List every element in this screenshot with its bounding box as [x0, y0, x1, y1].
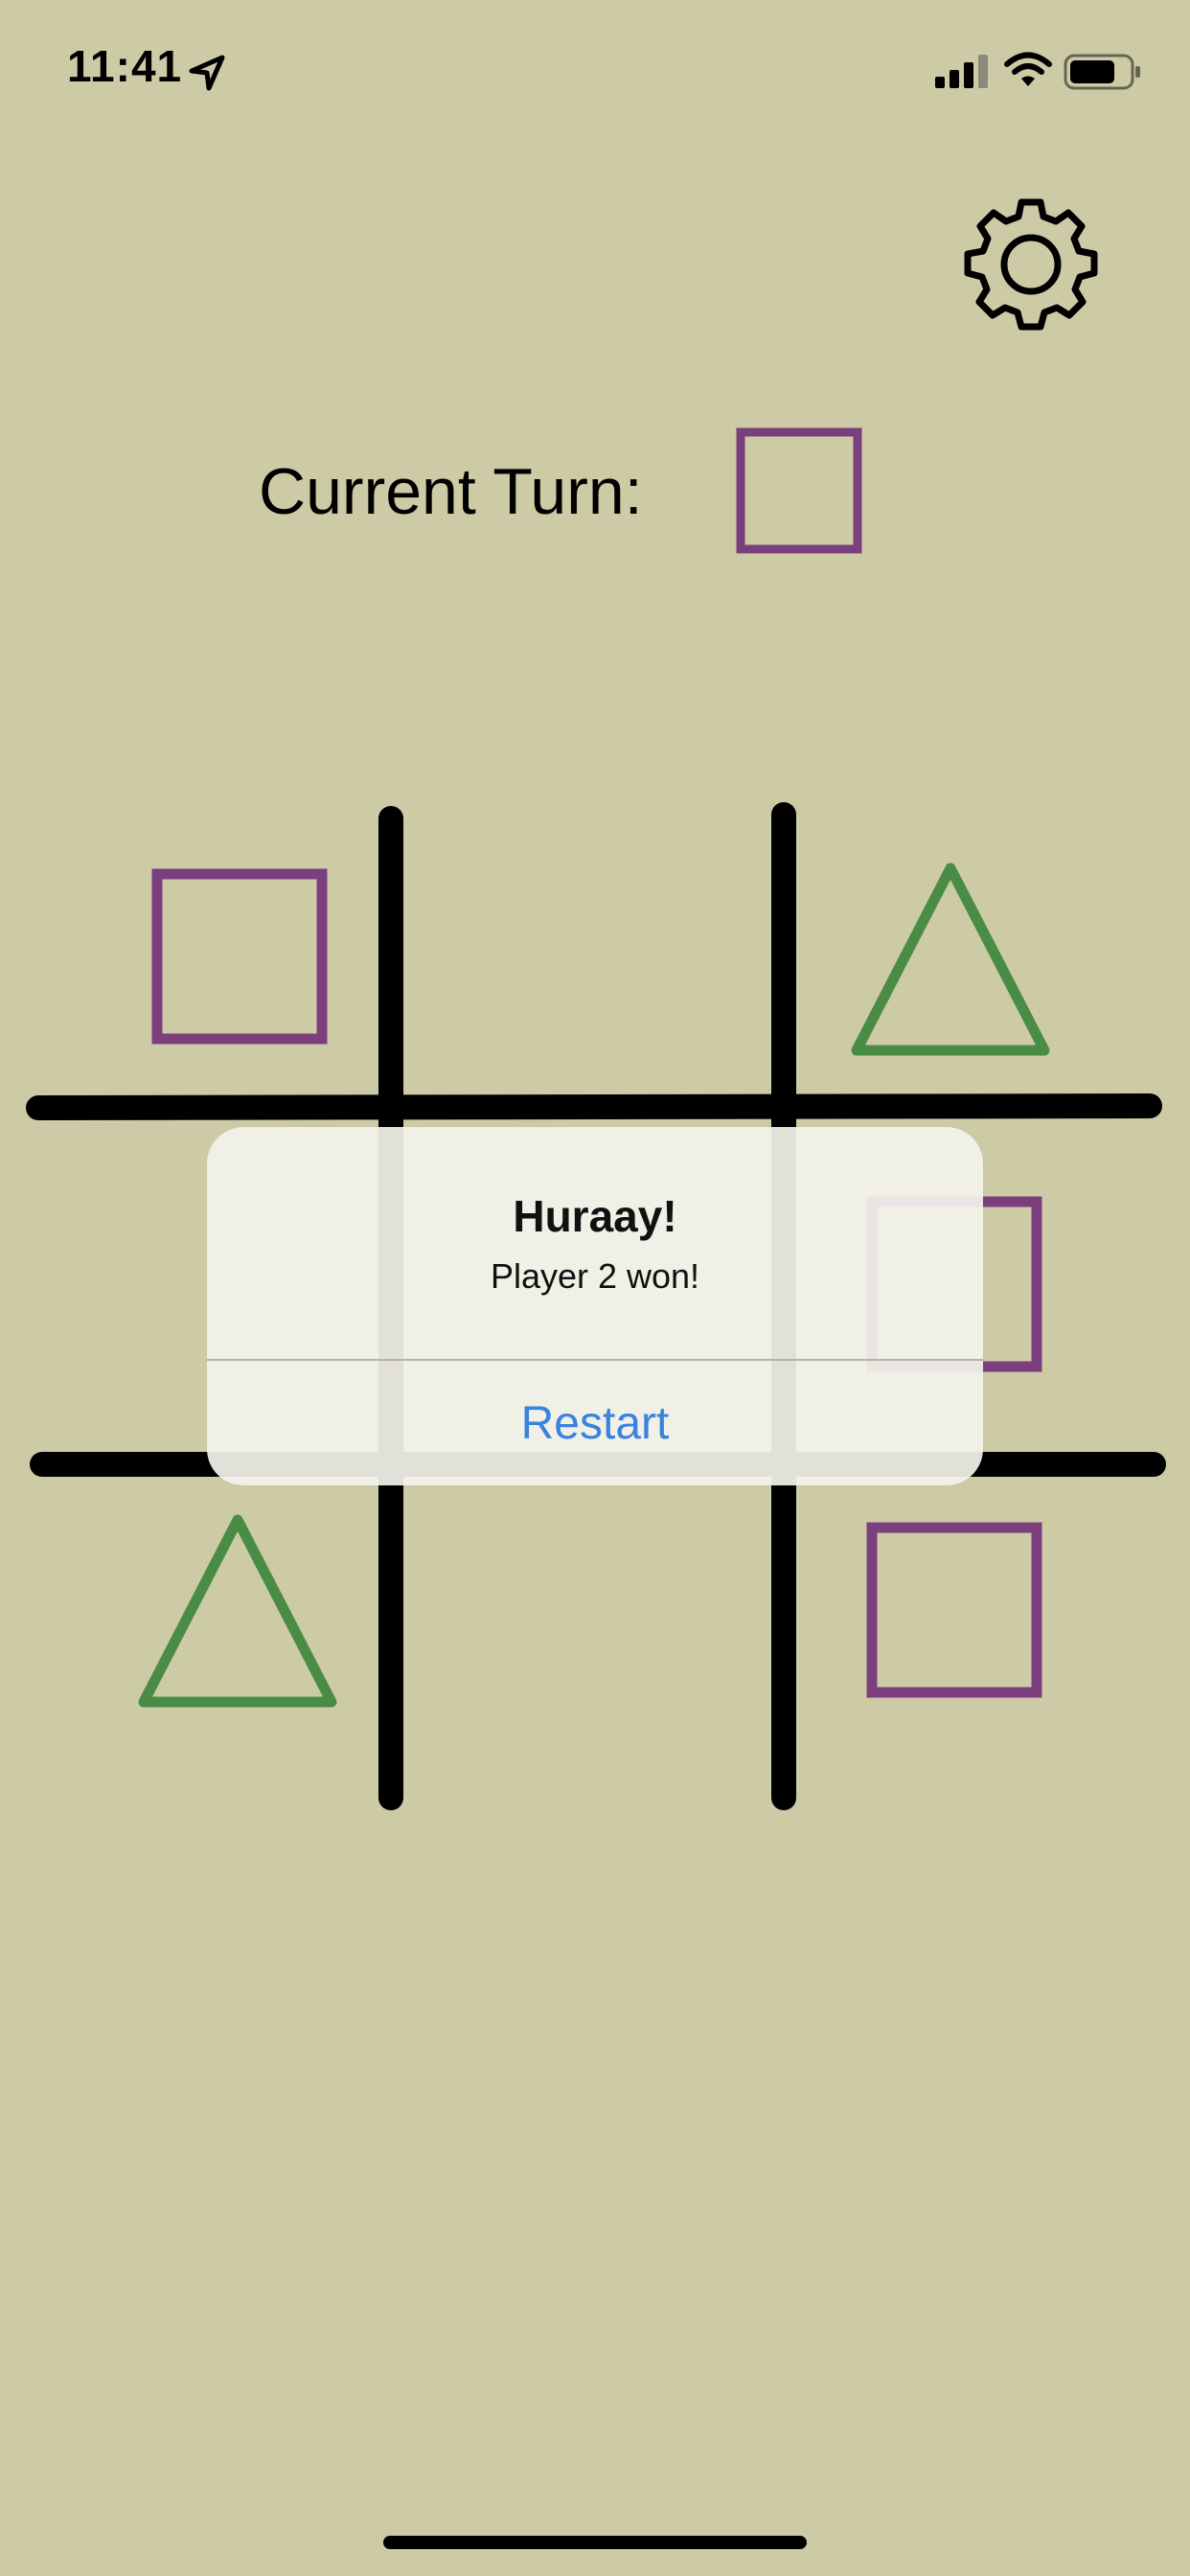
win-alert: Huraay! Player 2 won! Restart	[207, 1127, 983, 1485]
restart-button[interactable]: Restart	[207, 1361, 983, 1485]
alert-message: Player 2 won!	[490, 1256, 700, 1296]
home-indicator[interactable]	[383, 2536, 807, 2549]
alert-title: Huraay!	[513, 1191, 677, 1241]
app-screen: 11:41 Current Turn: Huraay! Player 2 won…	[0, 0, 1190, 2576]
